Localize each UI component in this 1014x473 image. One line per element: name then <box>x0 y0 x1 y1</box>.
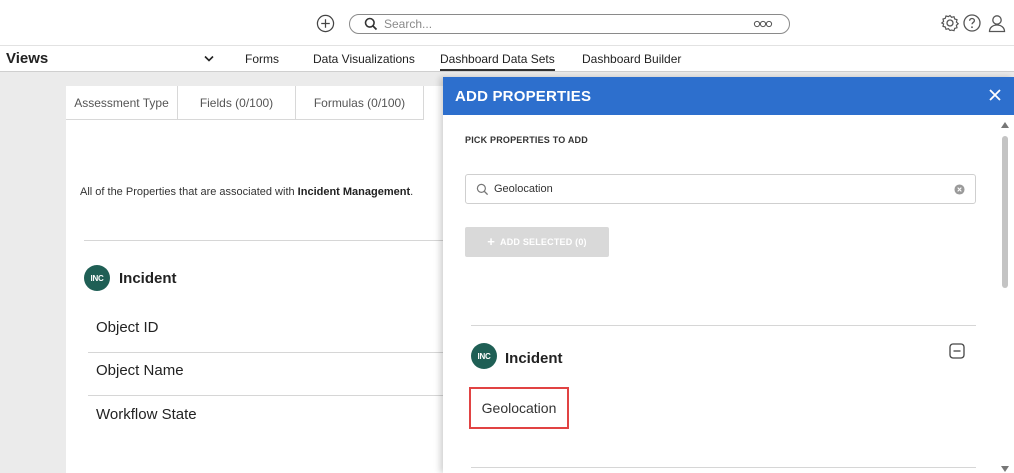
property-search-field[interactable] <box>465 174 976 204</box>
user-icon[interactable] <box>986 12 1008 34</box>
property-row[interactable]: Object ID <box>96 319 159 336</box>
clear-icon[interactable] <box>954 184 965 195</box>
tab-fields[interactable]: Fields (0/100) <box>178 86 296 120</box>
search-icon <box>364 17 378 31</box>
divider <box>88 352 446 353</box>
divider <box>84 240 446 241</box>
description-end: . <box>410 186 414 198</box>
add-selected-button[interactable]: + ADD SELECTED (0) <box>465 227 609 257</box>
search-icon <box>476 183 489 196</box>
panel-description: All of the Properties that are associate… <box>80 186 413 198</box>
object-title: Incident <box>119 270 177 287</box>
plus-icon: + <box>487 234 496 249</box>
scroll-down-icon[interactable] <box>1001 466 1009 472</box>
divider <box>471 467 976 468</box>
description-text: All of the Properties that are associate… <box>80 186 298 198</box>
more-icon[interactable] <box>753 19 773 29</box>
search-placeholder: Search... <box>384 17 433 31</box>
object-badge: INC <box>84 265 110 291</box>
property-row[interactable]: Object Name <box>96 362 184 379</box>
views-label[interactable]: Views <box>6 50 48 67</box>
property-row[interactable]: Workflow State <box>96 406 197 423</box>
property-result-item[interactable]: Geolocation <box>469 387 569 429</box>
add-properties-drawer: ADD PROPERTIES PICK PROPERTIES TO ADD + … <box>443 77 1014 473</box>
nav-bar: Views Forms Data Visualizations Dashboar… <box>0 46 1014 72</box>
gear-icon[interactable] <box>939 12 961 34</box>
divider <box>88 395 446 396</box>
scrollbar[interactable] <box>999 122 1011 473</box>
tab-forms[interactable]: Forms <box>245 52 279 66</box>
property-search-input[interactable] <box>494 180 934 198</box>
tab-data-visualizations[interactable]: Data Visualizations <box>313 52 415 66</box>
scroll-up-icon[interactable] <box>1001 122 1009 128</box>
chevron-down-icon[interactable] <box>204 55 214 62</box>
divider <box>471 325 976 326</box>
drawer-title: ADD PROPERTIES <box>455 88 592 105</box>
global-search-input[interactable]: Search... <box>349 14 790 34</box>
help-icon[interactable] <box>961 12 983 34</box>
pick-properties-label: PICK PROPERTIES TO ADD <box>465 135 588 145</box>
object-badge: INC <box>471 343 497 369</box>
top-bar: Search... <box>0 0 1014 46</box>
scrollbar-thumb[interactable] <box>1002 136 1008 288</box>
add-selected-label: ADD SELECTED (0) <box>500 237 587 247</box>
description-module-name: Incident Management <box>297 186 411 198</box>
collapse-icon[interactable] <box>949 343 965 359</box>
tab-dashboard-data-sets[interactable]: Dashboard Data Sets <box>440 52 555 71</box>
drawer-header: ADD PROPERTIES <box>443 77 1014 115</box>
tab-assessment-type[interactable]: Assessment Type <box>66 86 178 120</box>
add-circle-icon[interactable] <box>316 14 335 33</box>
tab-dashboard-builder[interactable]: Dashboard Builder <box>582 52 681 66</box>
close-icon[interactable] <box>988 88 1002 102</box>
tab-formulas[interactable]: Formulas (0/100) <box>296 86 424 120</box>
object-title: Incident <box>505 350 563 367</box>
